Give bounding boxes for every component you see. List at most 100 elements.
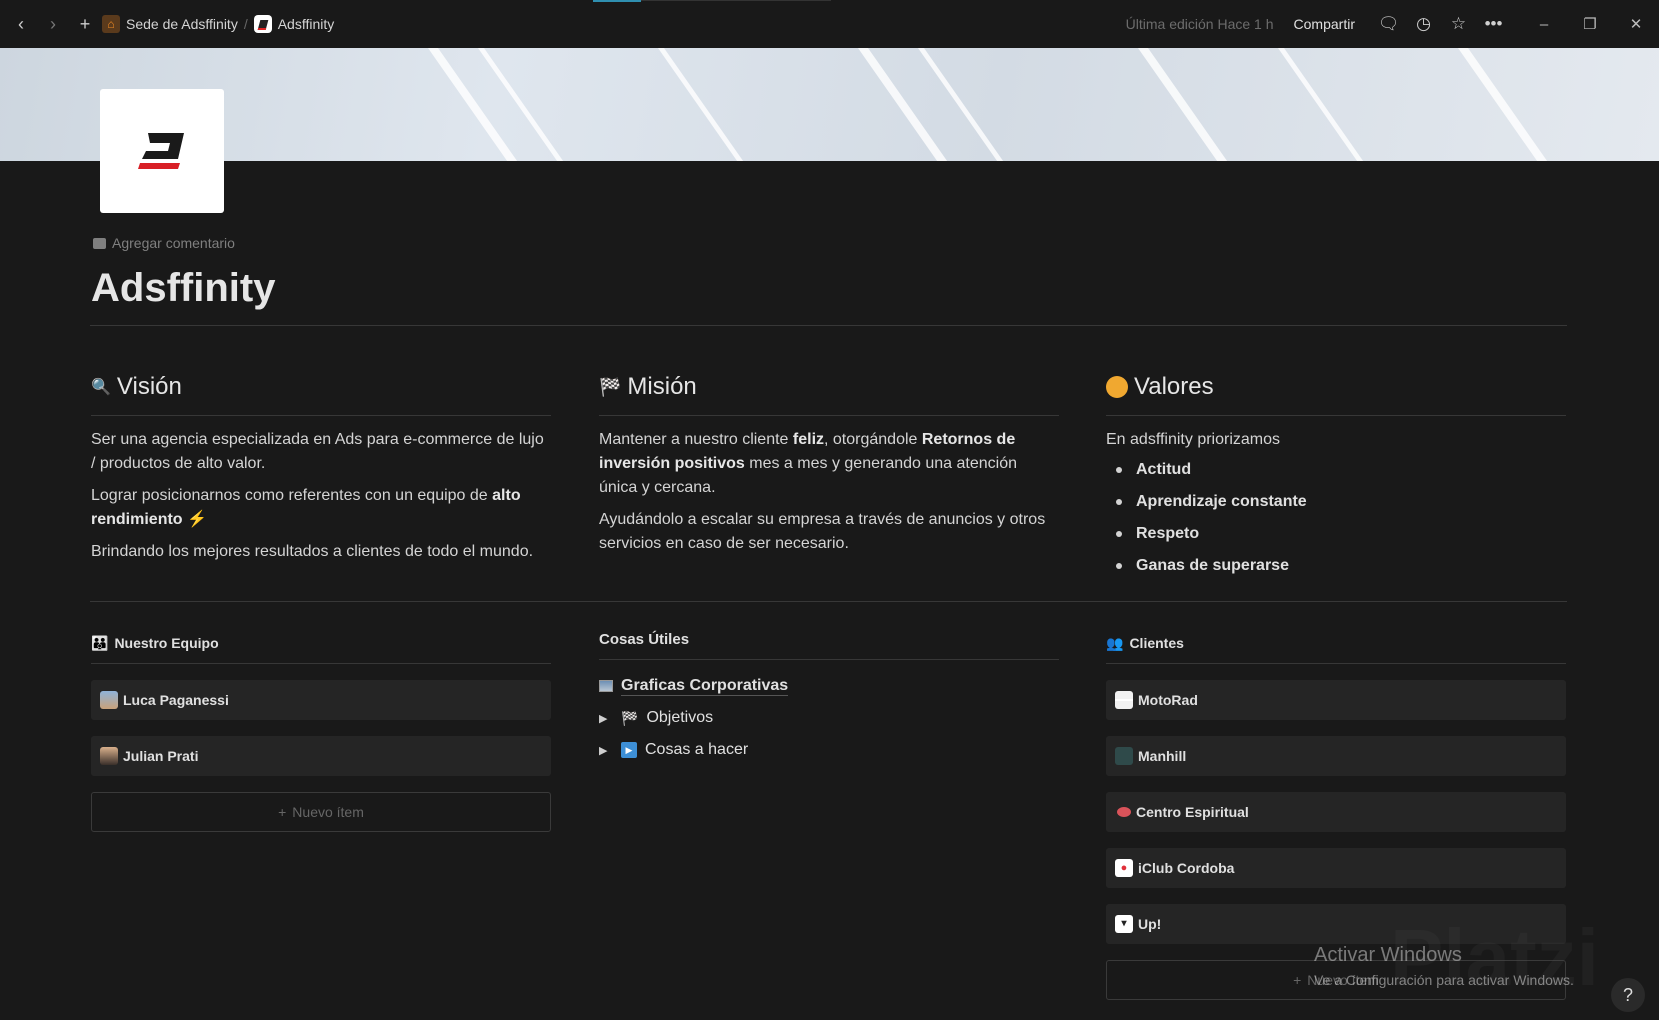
mision-heading: Misión (627, 373, 697, 400)
link-label: Graficas Corporativas (621, 676, 789, 696)
restore-icon[interactable]: ❐ (1567, 15, 1613, 33)
checkered-flag-icon: 🏁 (599, 376, 622, 397)
card-title: Up! (1138, 916, 1162, 932)
client-card[interactable]: Manhill (1106, 736, 1566, 776)
activate-windows-title: Activar Windows (1314, 944, 1462, 966)
adsffinity-logo (138, 133, 184, 169)
star-icon[interactable]: ☆ (1441, 14, 1476, 34)
tab-indicator (593, 0, 641, 2)
client-card[interactable]: MotoRad (1106, 680, 1566, 720)
toggle-triangle-icon[interactable]: ▶ (599, 712, 613, 725)
tab-indicator-track (641, 0, 831, 1)
avatar (100, 747, 118, 765)
card-title: Manhill (1138, 748, 1187, 764)
forward-icon[interactable]: › (42, 14, 64, 35)
card-title: MotoRad (1138, 692, 1198, 708)
divider (1106, 663, 1566, 664)
client-card[interactable]: ● iClub Cordoba (1106, 848, 1566, 888)
team-card[interactable]: Julian Prati (91, 736, 551, 776)
top-bar: ‹ › + ⌂ Sede de Adsffinity / Adsffinity … (0, 0, 1659, 48)
comments-icon[interactable]: 🗨 (1371, 14, 1406, 34)
breadcrumb-separator: / (243, 16, 248, 32)
home-icon: ⌂ (102, 15, 120, 33)
mision-p2: Ayudándolo a escalar su empresa a través… (599, 511, 1046, 552)
new-item-label: Nuevo ítem (292, 804, 364, 820)
vision-column: 🔍 Visión Ser una agencia especializada en… (91, 369, 551, 564)
centro-espiritual-logo-icon (1117, 807, 1131, 817)
people-icon: 👥 (1106, 634, 1124, 651)
vision-p3: Brindando los mejores resultados a clien… (91, 543, 534, 560)
team-icon: 👪 (91, 634, 109, 651)
mision-column: 🏁 Misión Mantener a nuestro cliente feliz… (599, 369, 1059, 556)
last-edited: Última edición Hace 1 h (1125, 16, 1274, 32)
toggle-cosas-a-hacer[interactable]: ▶ ▶ Cosas a hacer (599, 734, 1059, 766)
avatar (100, 691, 118, 709)
magnifier-icon: 🔍 (91, 379, 111, 396)
list-item: Actitud (1106, 454, 1566, 486)
client-card[interactable]: Centro Espiritual (1106, 792, 1566, 832)
cover-image (0, 48, 1659, 161)
list-item: Ganas de superarse (1106, 550, 1566, 582)
toggle-objetivos[interactable]: ▶ 🏁 Objetivos (599, 702, 1059, 734)
coin-icon (1106, 376, 1128, 398)
up-logo-icon: ▾ (1115, 915, 1133, 933)
motorad-logo-icon (1115, 691, 1133, 709)
page-icon-logo[interactable] (100, 89, 224, 213)
text: , otorgándole (824, 431, 922, 448)
new-item-button[interactable]: + Nuevo ítem (91, 792, 551, 832)
manhill-logo-icon (1115, 747, 1133, 765)
plus-icon: + (1293, 972, 1302, 988)
link-graficas[interactable]: Graficas Corporativas (599, 670, 1059, 702)
divider (90, 325, 1567, 326)
divider (599, 659, 1059, 660)
mision-p1: Mantener a nuestro cliente feliz, otorgá… (599, 428, 1059, 500)
utiles-column: Cosas Útiles Graficas Corporativas ▶ 🏁 Obj… (599, 627, 1059, 766)
more-icon[interactable]: ••• (1476, 14, 1511, 34)
back-icon[interactable]: ‹ (10, 14, 32, 35)
breadcrumb: ⌂ Sede de Adsffinity / Adsffinity (102, 15, 334, 33)
breadcrumb-workspace[interactable]: Sede de Adsffinity (126, 16, 238, 32)
lightning-icon: ⚡ (187, 511, 207, 528)
list-item: Respeto (1106, 518, 1566, 550)
minimize-icon[interactable]: – (1521, 16, 1567, 33)
card-title: Julian Prati (123, 748, 199, 764)
valores-column: Valores En adsffinity priorizamos Actitu… (1106, 369, 1566, 582)
toggle-label: Cosas a hacer (645, 741, 749, 758)
toggle-label: Objetivos (646, 709, 714, 726)
divider (1106, 415, 1566, 416)
help-button[interactable]: ? (1611, 978, 1645, 1012)
divider (599, 415, 1059, 416)
card-title: Centro Espiritual (1136, 804, 1249, 820)
divider (91, 415, 551, 416)
history-icon[interactable]: ◷ (1406, 14, 1441, 34)
add-comment-button[interactable]: Agregar comentario (93, 235, 235, 251)
image-icon (599, 680, 613, 692)
toggle-triangle-icon[interactable]: ▶ (599, 744, 613, 757)
team-card[interactable]: Luca Paganessi (91, 680, 551, 720)
breadcrumb-page[interactable]: Adsffinity (278, 16, 335, 32)
new-page-icon[interactable]: + (74, 14, 96, 35)
clientes-heading: Clientes (1129, 635, 1184, 651)
divider (91, 663, 551, 664)
card-title: Luca Paganessi (123, 692, 229, 708)
adsffinity-logo-icon (253, 15, 272, 33)
text: Mantener a nuestro cliente (599, 431, 793, 448)
vision-p1: Ser una agencia especializada en Ads par… (91, 431, 544, 472)
checkered-flag-icon: 🏁 (621, 709, 639, 726)
plus-icon: + (278, 804, 287, 820)
play-button-icon: ▶ (621, 742, 637, 758)
activate-windows-subtitle: Ve a Configuración para activar Windows. (1314, 972, 1574, 988)
valores-intro: En adsffinity priorizamos (1106, 431, 1280, 448)
page-title[interactable]: Adsffinity (91, 266, 275, 311)
share-button[interactable]: Compartir (1294, 16, 1355, 32)
valores-heading: Valores (1134, 373, 1214, 400)
valores-list: Actitud Aprendizaje constante Respeto Ga… (1106, 454, 1566, 582)
vision-p2: Lograr posicionarnos como referentes con… (91, 484, 551, 532)
list-item: Aprendizaje constante (1106, 486, 1566, 518)
bold-text: feliz (792, 431, 825, 448)
card-title: iClub Cordoba (1138, 860, 1235, 876)
add-comment-label: Agregar comentario (112, 235, 235, 251)
text: Lograr posicionarnos como referentes con… (91, 487, 493, 504)
vision-heading: Visión (116, 373, 182, 400)
close-icon[interactable]: ✕ (1613, 15, 1659, 33)
